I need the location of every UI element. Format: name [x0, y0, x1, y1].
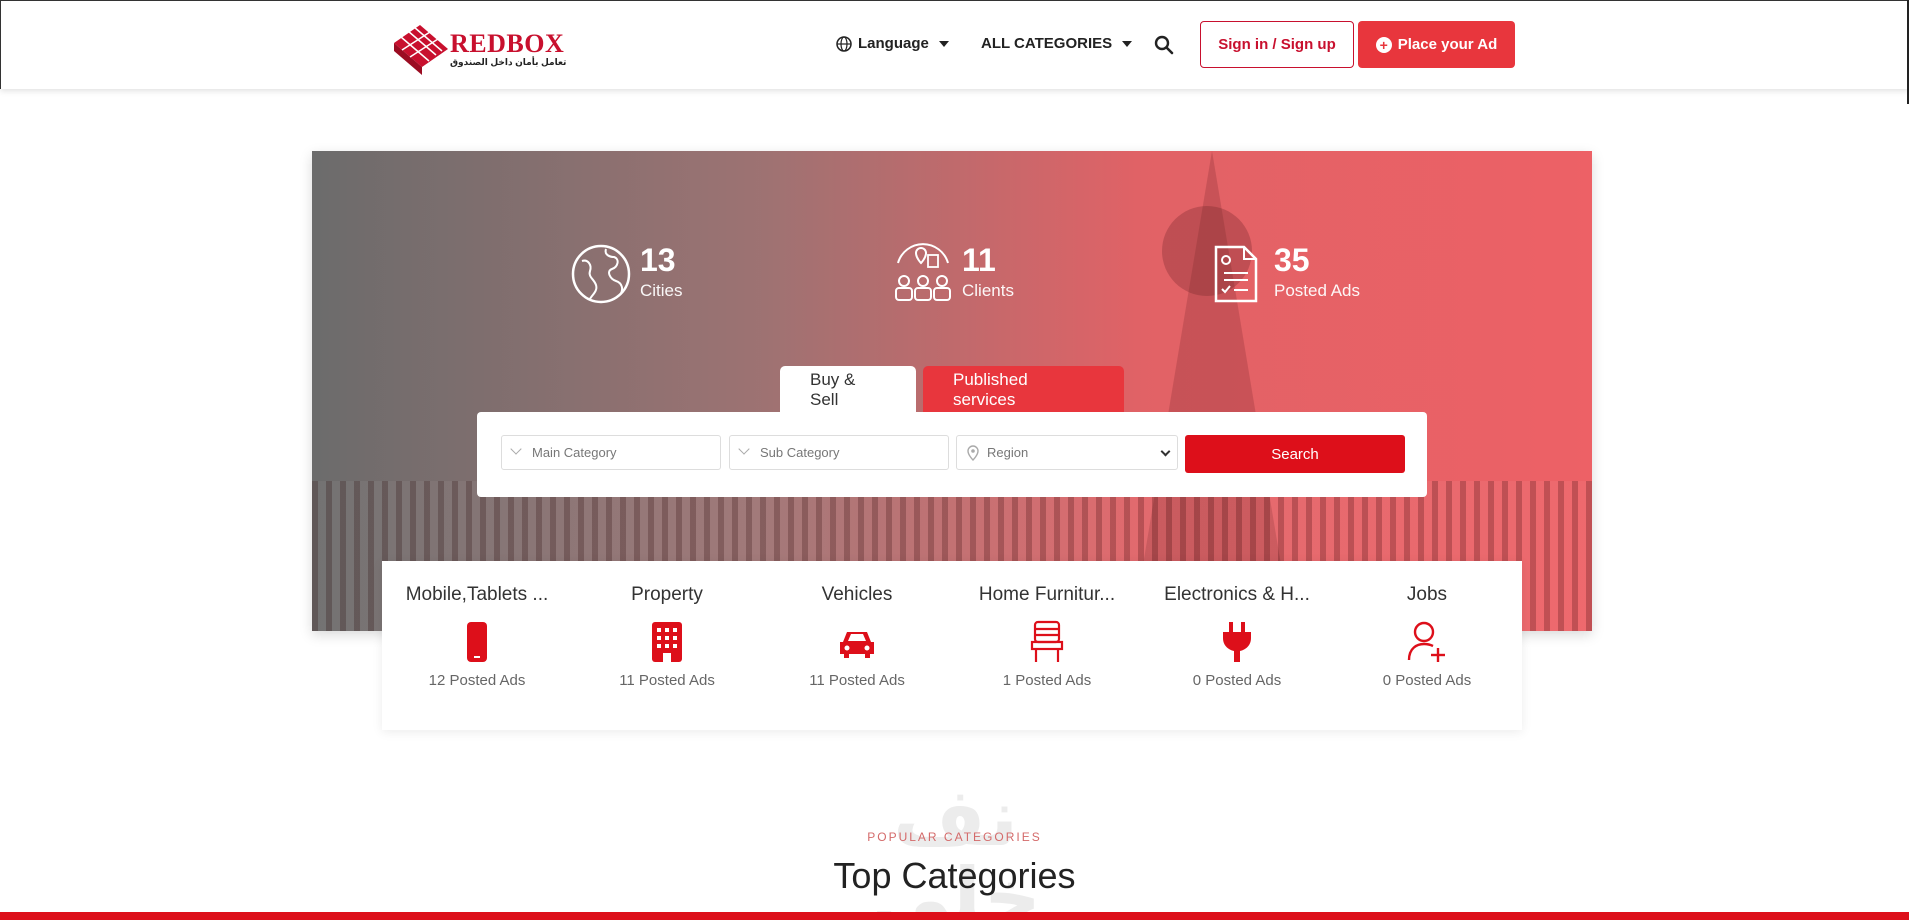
- hero-banner: 13 Cities 11 Clients 35 Posted Ads Buy &…: [312, 151, 1592, 631]
- stat-clients: 11 Clients: [892, 243, 1014, 305]
- car-icon: [840, 632, 874, 658]
- category-card-jobs[interactable]: Jobs 0 Posted Ads: [1332, 561, 1522, 730]
- language-label: Language: [858, 35, 929, 52]
- stat-clients-value: 11: [962, 242, 996, 278]
- category-title: Property: [631, 584, 703, 605]
- stat-cities-label: Cities: [640, 281, 683, 300]
- category-title: Mobile,Tablets ...: [405, 584, 549, 605]
- search-icon[interactable]: [1153, 34, 1175, 56]
- chevron-down-icon: [738, 443, 750, 455]
- logo-text: REDBOX: [450, 29, 565, 58]
- plug-icon: [1223, 622, 1251, 662]
- language-dropdown[interactable]: Language: [836, 35, 949, 52]
- search-panel: Main Category Sub Category Region Search: [477, 412, 1427, 497]
- all-categories-dropdown[interactable]: ALL CATEGORIES: [981, 35, 1133, 52]
- all-categories-label: ALL CATEGORIES: [981, 35, 1113, 52]
- globe-small-icon: [836, 35, 852, 52]
- plus-circle-icon: +: [1375, 36, 1392, 53]
- mobile-icon: [467, 622, 487, 662]
- category-count: 0 Posted Ads: [1382, 672, 1472, 689]
- chevron-down-icon: [1122, 40, 1133, 47]
- category-card-property[interactable]: Property 11 Posted Ads: [572, 561, 762, 730]
- tab-published-services[interactable]: Published services: [923, 366, 1124, 414]
- category-count: 0 Posted Ads: [1192, 672, 1282, 689]
- category-count: 11 Posted Ads: [809, 672, 905, 689]
- logo-tagline: تعامل بأمان داخل الصندوق: [450, 57, 567, 67]
- top-navbar: REDBOX تعامل بأمان داخل الصندوق Language…: [0, 0, 1909, 89]
- building-icon: [652, 622, 682, 662]
- stat-posted-ads-label: Posted Ads: [1274, 281, 1361, 300]
- clients-icon: [895, 243, 951, 301]
- globe-icon: [571, 244, 631, 304]
- popular-title: Top Categories: [833, 855, 1076, 896]
- main-category-placeholder: Main Category: [532, 445, 617, 460]
- region-select[interactable]: Region: [956, 435, 1178, 470]
- category-title: Home Furnitur...: [978, 584, 1116, 605]
- category-title: Vehicles: [821, 584, 893, 605]
- category-title: Jobs: [1406, 584, 1448, 605]
- region-placeholder: Region: [987, 445, 1029, 460]
- chevron-down-icon: [938, 40, 949, 47]
- category-title: Electronics & H...: [1164, 584, 1310, 605]
- chevron-down-icon: [510, 443, 522, 455]
- chair-icon: [1030, 620, 1064, 662]
- redbox-logo[interactable]: REDBOX تعامل بأمان داخل الصندوق: [392, 15, 566, 77]
- category-card-home-furniture[interactable]: Home Furnitur... 1 Posted Ads: [952, 561, 1142, 730]
- place-ad-label: Place your Ad: [1397, 36, 1498, 53]
- signin-button[interactable]: Sign in / Sign up: [1200, 21, 1354, 68]
- logo-cube-icon: [394, 25, 448, 75]
- sub-category-select[interactable]: Sub Category: [729, 435, 949, 470]
- section-divider-bar: [0, 912, 1909, 920]
- stat-cities-value: 13: [640, 242, 676, 278]
- popular-subtitle: POPULAR CATEGORIES: [867, 830, 1042, 844]
- add-user-icon: [1407, 621, 1445, 662]
- chevron-down-icon: [1160, 446, 1171, 457]
- category-count: 1 Posted Ads: [1002, 672, 1092, 689]
- stat-cities: 13 Cities: [570, 243, 683, 305]
- stat-posted-ads-value: 35: [1274, 242, 1310, 278]
- category-card-mobile[interactable]: Mobile,Tablets ... 12 Posted Ads: [382, 561, 572, 730]
- category-count: 12 Posted Ads: [428, 672, 526, 689]
- category-cards: Mobile,Tablets ... 12 Posted Ads Propert…: [382, 561, 1522, 730]
- category-card-vehicles[interactable]: Vehicles 11 Posted Ads: [762, 561, 952, 730]
- category-count: 11 Posted Ads: [619, 672, 715, 689]
- category-card-electronics[interactable]: Electronics & H... 0 Posted Ads: [1142, 561, 1332, 730]
- location-pin-icon: [967, 445, 979, 461]
- stat-clients-label: Clients: [962, 281, 1014, 300]
- sub-category-placeholder: Sub Category: [760, 445, 840, 460]
- stat-posted-ads: 35 Posted Ads: [1204, 243, 1360, 305]
- tab-buy-sell[interactable]: Buy & Sell: [780, 366, 916, 414]
- document-icon: [1214, 245, 1258, 303]
- place-ad-button[interactable]: + Place your Ad: [1358, 21, 1515, 68]
- search-button[interactable]: Search: [1185, 435, 1405, 473]
- main-category-select[interactable]: Main Category: [501, 435, 721, 470]
